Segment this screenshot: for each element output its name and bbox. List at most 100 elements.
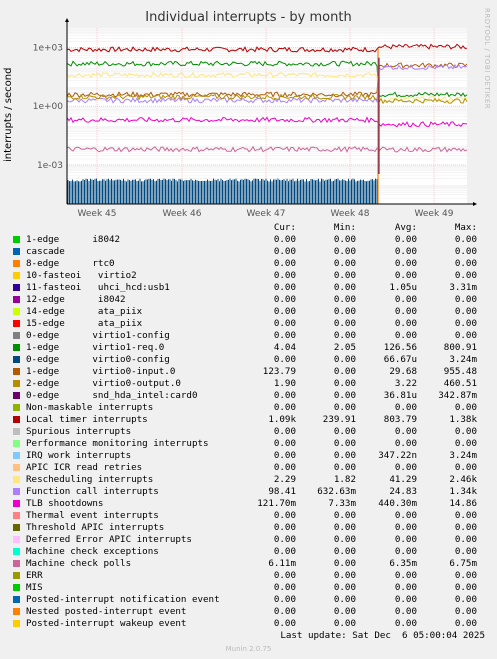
y-axis-arrow xyxy=(65,18,69,22)
legend-swatch xyxy=(13,512,20,519)
legend-row: cascade 0.00 0.00 0.00 0.00 xyxy=(0,246,497,258)
legend-label: 10-fasteoi virtio2 xyxy=(26,270,137,281)
legend-swatch xyxy=(13,260,20,267)
legend-min: 0.00 xyxy=(333,510,356,521)
legend-max: 0.00 xyxy=(454,426,477,437)
legend-row: 15-edge ata_piix 0.00 0.00 0.00 0.00 xyxy=(0,318,497,330)
x-tick-label: Week 48 xyxy=(331,209,370,219)
legend-swatch xyxy=(13,284,20,291)
legend-swatch xyxy=(13,332,20,339)
legend-max: 0.00 xyxy=(454,510,477,521)
last-update: Last update: Sat Dec 6 05:00:04 2025 xyxy=(280,630,485,641)
legend-label: cascade xyxy=(26,246,65,257)
legend-row: Spurious interrupts 0.00 0.00 0.00 0.00 xyxy=(0,426,497,438)
legend-max: 0.00 xyxy=(454,318,477,329)
legend-max: 0.00 xyxy=(454,402,477,413)
legend-max: 0.00 xyxy=(454,246,477,257)
legend-max: 0.00 xyxy=(454,234,477,245)
legend-row: 1-edge virtio1-req.0 4.04 2.05 126.56 800.91 xyxy=(0,342,497,354)
legend-swatch xyxy=(13,296,20,303)
legend-min: 0.00 xyxy=(333,534,356,545)
legend-max: 0.00 xyxy=(454,258,477,269)
legend-min: 0.00 xyxy=(333,570,356,581)
legend-label: Threshold APIC interrupts xyxy=(26,522,165,533)
legend-row: TLB shootdowns 121.70m 7.33m 440.30m 14.86 xyxy=(0,498,497,510)
chart-svg: 1e+03 1e+00 1e-03 Week 45 Week 46 Week 47 Week… xyxy=(33,18,477,219)
legend-max: 3.24m xyxy=(449,450,477,461)
legend-max: 0.00 xyxy=(454,618,477,629)
legend-label: Posted-interrupt notification event xyxy=(26,594,220,605)
legend-row: Deferred Error APIC interrupts 0.00 0.00 0.… xyxy=(0,534,497,546)
legend-swatch xyxy=(13,584,20,591)
legend-max: 0.00 xyxy=(454,270,477,281)
legend-row: Thermal event interrupts 0.00 0.00 0.00 0.00 xyxy=(0,510,497,522)
legend-min: 0.00 xyxy=(333,462,356,473)
legend-label: ERR xyxy=(26,570,43,581)
legend-label: Deferred Error APIC interrupts xyxy=(26,534,192,545)
legend-swatch xyxy=(13,464,20,471)
legend-min: 0.00 xyxy=(333,318,356,329)
legend-label: Performance monitoring interrupts xyxy=(26,438,209,449)
legend-swatch xyxy=(13,428,20,435)
legend-min: 0.00 xyxy=(333,282,356,293)
legend-min: 0.00 xyxy=(333,426,356,437)
legend-row: Function call interrupts 98.41 632.63m 24.8… xyxy=(0,486,497,498)
legend-label: 1-edge virtio1-req.0 xyxy=(26,342,165,353)
legend-row: 0-edge virtio0-config 0.00 0.00 66.67u 3.24m xyxy=(0,354,497,366)
legend-min: 0.00 xyxy=(333,606,356,617)
legend-max: 0.00 xyxy=(454,522,477,533)
legend-max: 3.31m xyxy=(449,282,477,293)
legend-min: 239.91 xyxy=(322,414,356,425)
x-axis-arrow xyxy=(473,202,477,206)
legend-row: MIS 0.00 0.00 0.00 0.00 xyxy=(0,582,497,594)
legend-row: Rescheduling interrupts 2.29 1.82 41.29 2.46… xyxy=(0,474,497,486)
legend-swatch xyxy=(13,344,20,351)
legend-max: 0.00 xyxy=(454,534,477,545)
legend-min: 7.33m xyxy=(328,498,356,509)
legend-swatch xyxy=(13,392,20,399)
legend-label: 8-edge rtc0 xyxy=(26,258,115,269)
legend-row: 14-edge ata_piix 0.00 0.00 0.00 0.00 xyxy=(0,306,497,318)
legend-max: 0.00 xyxy=(454,570,477,581)
legend-max: 0.00 xyxy=(454,438,477,449)
legend-row: Non-maskable interrupts 0.00 0.00 0.00 0.00 xyxy=(0,402,497,414)
legend-row: Local timer interrupts 1.09k 239.91 803.79 1… xyxy=(0,414,497,426)
legend-label: 0-edge virtio0-config xyxy=(26,354,170,365)
legend-row: 0-edge snd_hda_intel:card0 0.00 0.00 36.81u… xyxy=(0,390,497,402)
legend-min: 0.00 xyxy=(333,246,356,257)
legend-header-row: Cur: Min: Avg: Max: xyxy=(0,222,497,234)
legend-max: 0.00 xyxy=(454,582,477,593)
legend-row: Performance monitoring interrupts 0.00 0.0… xyxy=(0,438,497,450)
plot-area xyxy=(67,28,467,204)
legend-swatch xyxy=(13,500,20,507)
legend-swatch xyxy=(13,320,20,327)
legend-max: 460.51 xyxy=(443,378,477,389)
legend-label: 0-edge snd_hda_intel:card0 xyxy=(26,390,198,401)
y-tick-label: 1e-03 xyxy=(37,161,63,171)
legend-row: Posted-interrupt notification event 0.00 0… xyxy=(0,594,497,606)
legend-swatch xyxy=(13,572,20,579)
legend-min: 0.00 xyxy=(333,330,356,341)
legend-max: 0.00 xyxy=(454,606,477,617)
legend-min: 0.00 xyxy=(333,378,356,389)
legend-swatch xyxy=(13,416,20,423)
series-line xyxy=(67,178,378,204)
legend-min: 0.00 xyxy=(333,366,356,377)
legend-label: 12-edge i8042 xyxy=(26,294,126,305)
legend-min: 0.00 xyxy=(333,234,356,245)
legend-label: Nested posted-interrupt event xyxy=(26,606,187,617)
legend-label: Function call interrupts xyxy=(26,486,159,497)
legend-max: 3.24m xyxy=(449,354,477,365)
legend-label: IRQ work interrupts xyxy=(26,450,132,461)
legend-swatch xyxy=(13,560,20,567)
legend-min: 0.00 xyxy=(333,270,356,281)
legend-row: Threshold APIC interrupts 0.00 0.00 0.00 0.0… xyxy=(0,522,497,534)
legend-swatch xyxy=(13,248,20,255)
legend-min: 0.00 xyxy=(333,390,356,401)
legend-max: 0.00 xyxy=(454,294,477,305)
legend-max: 0.00 xyxy=(454,594,477,605)
legend-label: Machine check polls xyxy=(26,558,132,569)
legend-min: 0.00 xyxy=(333,294,356,305)
legend-label: Non-maskable interrupts xyxy=(26,402,154,413)
legend-label: Rescheduling interrupts xyxy=(26,474,154,485)
